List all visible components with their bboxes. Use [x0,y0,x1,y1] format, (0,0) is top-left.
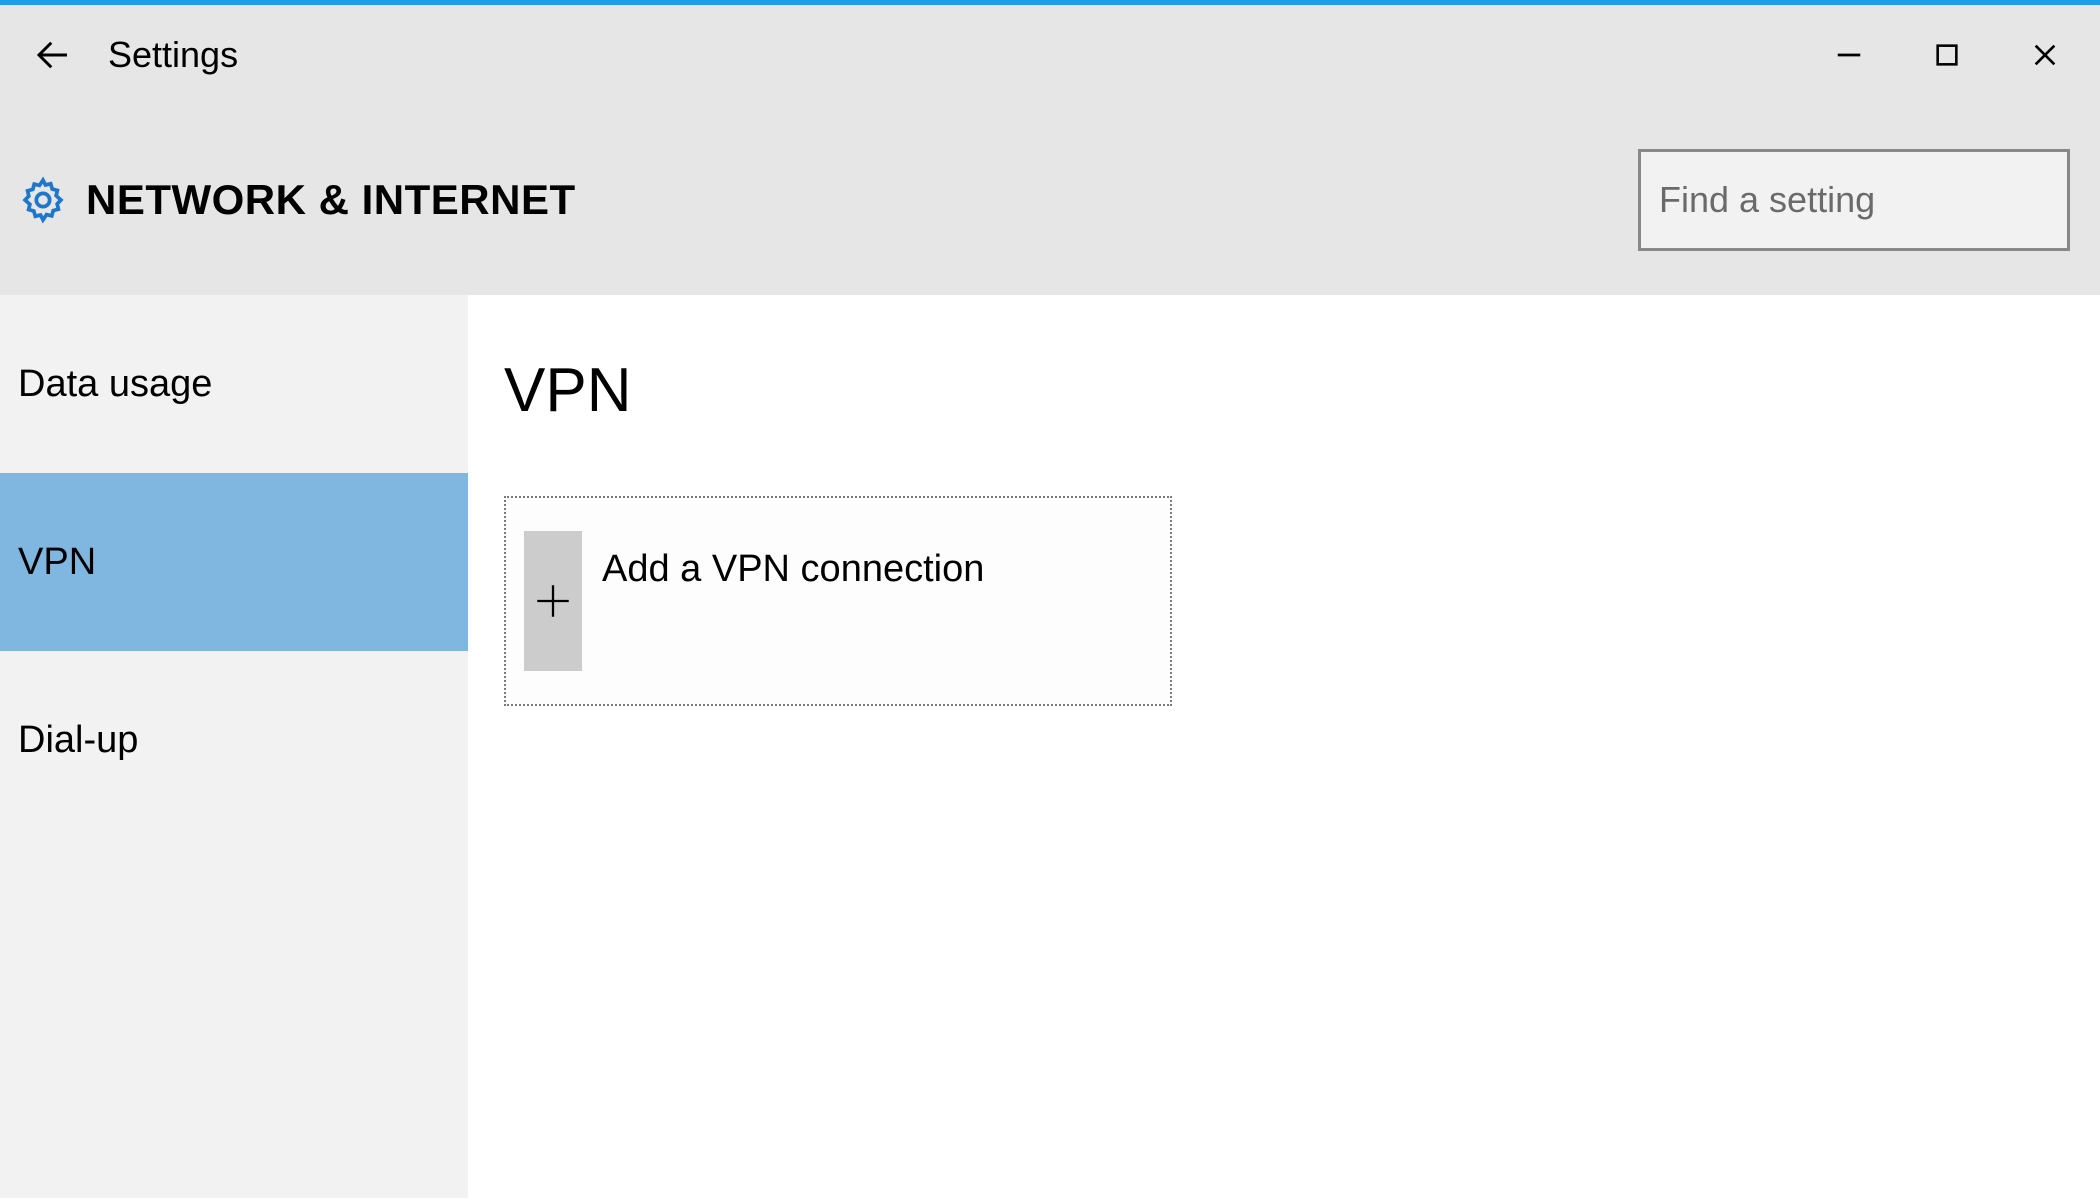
main-panel: VPN Add a VPN connection [468,295,2100,1198]
sidebar-item-label: Data usage [18,363,212,406]
sidebar-item-label: Dial-up [18,719,138,762]
page-heading: VPN [504,355,2100,426]
title-bar: Settings [0,5,2100,105]
minimize-icon [1834,40,1864,70]
sidebar-item-vpn[interactable]: VPN [0,473,468,651]
back-button[interactable] [28,30,78,80]
back-arrow-icon [32,34,74,76]
search-input[interactable] [1659,152,2100,248]
close-icon [2029,39,2061,71]
plus-icon [524,531,582,671]
category-heading: NETWORK & INTERNET [86,176,576,224]
maximize-button[interactable] [1922,30,1972,80]
sidebar-item-label: VPN [18,541,96,584]
minimize-button[interactable] [1824,30,1874,80]
sidebar-item-dial-up[interactable]: Dial-up [0,651,468,829]
close-button[interactable] [2020,30,2070,80]
header-bar: NETWORK & INTERNET [0,105,2100,295]
gear-icon [18,175,68,225]
add-vpn-label: Add a VPN connection [602,548,984,591]
window-title: Settings [108,34,238,76]
sidebar-item-data-usage[interactable]: Data usage [0,295,468,473]
window-controls [1824,30,2100,80]
add-vpn-button[interactable]: Add a VPN connection [504,496,1172,706]
maximize-icon [1933,41,1961,69]
content-area: Data usage VPN Dial-up VPN Add a VPN con… [0,295,2100,1198]
search-box[interactable] [1638,149,2070,251]
sidebar: Data usage VPN Dial-up [0,295,468,1198]
